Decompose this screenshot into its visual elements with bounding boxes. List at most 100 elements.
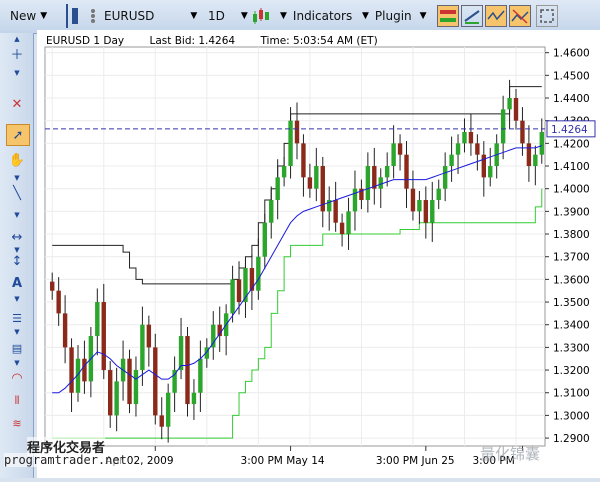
y-tick-label: 1.3600: [553, 274, 590, 286]
collapse-up-icon[interactable]: ▲: [13, 35, 21, 43]
candle-body: [159, 415, 164, 427]
orders-icon-svg: [440, 10, 456, 22]
expand-down-icon[interactable]: ▼: [13, 295, 21, 303]
price-chart[interactable]: 1.46001.45001.44001.43001.42001.41001.40…: [37, 30, 600, 478]
fullscreen-icon[interactable]: [536, 5, 558, 27]
candle-body: [95, 302, 100, 337]
y-tick-label: 1.3400: [553, 320, 590, 332]
trendline-icon[interactable]: [485, 5, 507, 27]
chevron-down-icon: ▼: [190, 11, 198, 21]
candle-body: [82, 358, 87, 382]
candle-body: [513, 98, 519, 121]
candle-body: [481, 154, 487, 178]
candle-body: [281, 166, 287, 178]
arc-tool-icon[interactable]: ◠: [6, 368, 28, 388]
trendline-icon-svg: [487, 10, 505, 21]
chevron-down-icon: ▼: [240, 11, 248, 21]
y-tick-label: 1.4100: [553, 161, 590, 173]
timeframe-selector[interactable]: 1D ▼: [208, 5, 248, 27]
last-bid-label: Last Bid: 1.4264: [149, 35, 236, 47]
candle-body: [462, 132, 467, 144]
line-tool-icon[interactable]: ╲: [6, 183, 28, 203]
candle-body: [256, 256, 261, 291]
expand-down-icon[interactable]: ▼: [13, 69, 21, 77]
chevron-down-icon: ▼: [362, 11, 369, 21]
orders-icon[interactable]: [437, 5, 459, 27]
y-tick-label: 1.4600: [553, 48, 590, 60]
y-tick-label: 1.3300: [553, 342, 590, 354]
candle-body: [436, 188, 441, 201]
main-toolbar: New ▼ EURUSD ▼ 1D ▼ ▼ Indicators ▼ Plugi…: [0, 0, 600, 34]
candle-body: [500, 109, 506, 144]
candle-body: [294, 120, 300, 144]
candle-body: [172, 370, 177, 393]
chevron-down-icon: ▼: [40, 11, 48, 21]
chart-type-icon[interactable]: [250, 5, 272, 27]
candle-body: [449, 154, 454, 167]
y-tick-label: 1.3700: [553, 252, 590, 264]
indicators-menu[interactable]: ▼ Indicators: [280, 5, 352, 27]
candle-body: [198, 358, 203, 393]
watermark-brand: 量化锦囊: [480, 445, 541, 463]
chart-window: 1.46001.45001.44001.43001.42001.41001.40…: [37, 30, 600, 478]
candle-body: [69, 347, 74, 393]
indicators-label: Indicators: [292, 9, 353, 23]
vertical-measure-icon[interactable]: ↕: [6, 251, 28, 271]
y-tick-label: 1.3900: [553, 206, 590, 218]
candle-body: [114, 381, 119, 416]
candle-body: [211, 324, 216, 348]
candle-body: [442, 166, 448, 189]
candle-body: [153, 347, 158, 416]
candles-icon-svg: [253, 8, 269, 24]
pointer-tool-icon[interactable]: ➚: [6, 124, 30, 146]
chevron-down-icon: ▼: [280, 11, 287, 21]
crossed-lines-icon[interactable]: [509, 5, 531, 27]
candle-body: [191, 392, 197, 405]
symbol-selector[interactable]: EURUSD ▼: [104, 5, 197, 27]
text-tool-icon[interactable]: A: [6, 273, 28, 293]
expand-down-icon[interactable]: ▼: [13, 174, 21, 182]
candle-body: [140, 324, 145, 371]
chart-header: EURUSD 1 Day Last Bid: 1.4264 Time: 5:03…: [46, 35, 400, 47]
drawing-toolbar: ▲ ＋ ▼ ✕ ➚ ✋ ▼ ╲ ▼ ↔ ▼ ↕ A ▼ ☰ ▼ ▤ ▼ ◠ ⦀ …: [0, 33, 34, 478]
y-tick-label: 1.3500: [553, 297, 590, 309]
candle-body: [475, 143, 480, 155]
draw-line-icon[interactable]: [461, 5, 483, 27]
candle-body: [249, 268, 255, 291]
horizontal-measure-icon[interactable]: ↔: [6, 227, 28, 247]
grid-icon[interactable]: [86, 5, 100, 27]
candle-body: [333, 200, 338, 223]
candle-body: [275, 177, 280, 201]
candle-body: [107, 370, 113, 416]
candle-body: [230, 279, 235, 314]
candle-body: [404, 154, 409, 189]
delete-icon[interactable]: ✕: [6, 94, 28, 114]
pin-icon[interactable]: [68, 5, 82, 27]
candle-body: [526, 143, 532, 167]
expand-down-icon[interactable]: ▼: [13, 359, 21, 367]
y-tick-label: 1.3000: [553, 410, 590, 422]
candle-body: [455, 143, 461, 155]
plugin-menu[interactable]: ▼ Plugin ▼: [362, 5, 427, 27]
y-tick-label: 1.4400: [553, 93, 590, 105]
candle-body: [507, 98, 512, 110]
crossed-lines-icon-svg: [511, 9, 529, 24]
pitchfork-icon[interactable]: ≋: [6, 413, 28, 433]
pin-icon-svg: [72, 8, 78, 24]
candle-body: [372, 166, 377, 189]
x-tick-label: 3:00 PM May 14: [241, 455, 325, 467]
candle-body: [314, 166, 319, 189]
candle-body: [127, 358, 132, 405]
gann-tool-icon[interactable]: ⦀: [6, 391, 28, 411]
hand-tool-icon[interactable]: ✋: [6, 150, 28, 170]
fibonacci-icon[interactable]: ☰: [6, 308, 28, 328]
expand-down-icon[interactable]: ▼: [13, 211, 21, 219]
plugin-label: Plugin: [374, 9, 412, 23]
candle-body: [488, 166, 493, 178]
channel-tool-icon[interactable]: ▤: [6, 338, 28, 358]
expand-down-icon[interactable]: ▼: [13, 328, 21, 336]
new-button[interactable]: New ▼: [10, 5, 47, 27]
symbol-label: EURUSD: [104, 9, 155, 23]
crosshair-icon[interactable]: ＋: [6, 43, 28, 63]
candle-body: [417, 200, 422, 212]
